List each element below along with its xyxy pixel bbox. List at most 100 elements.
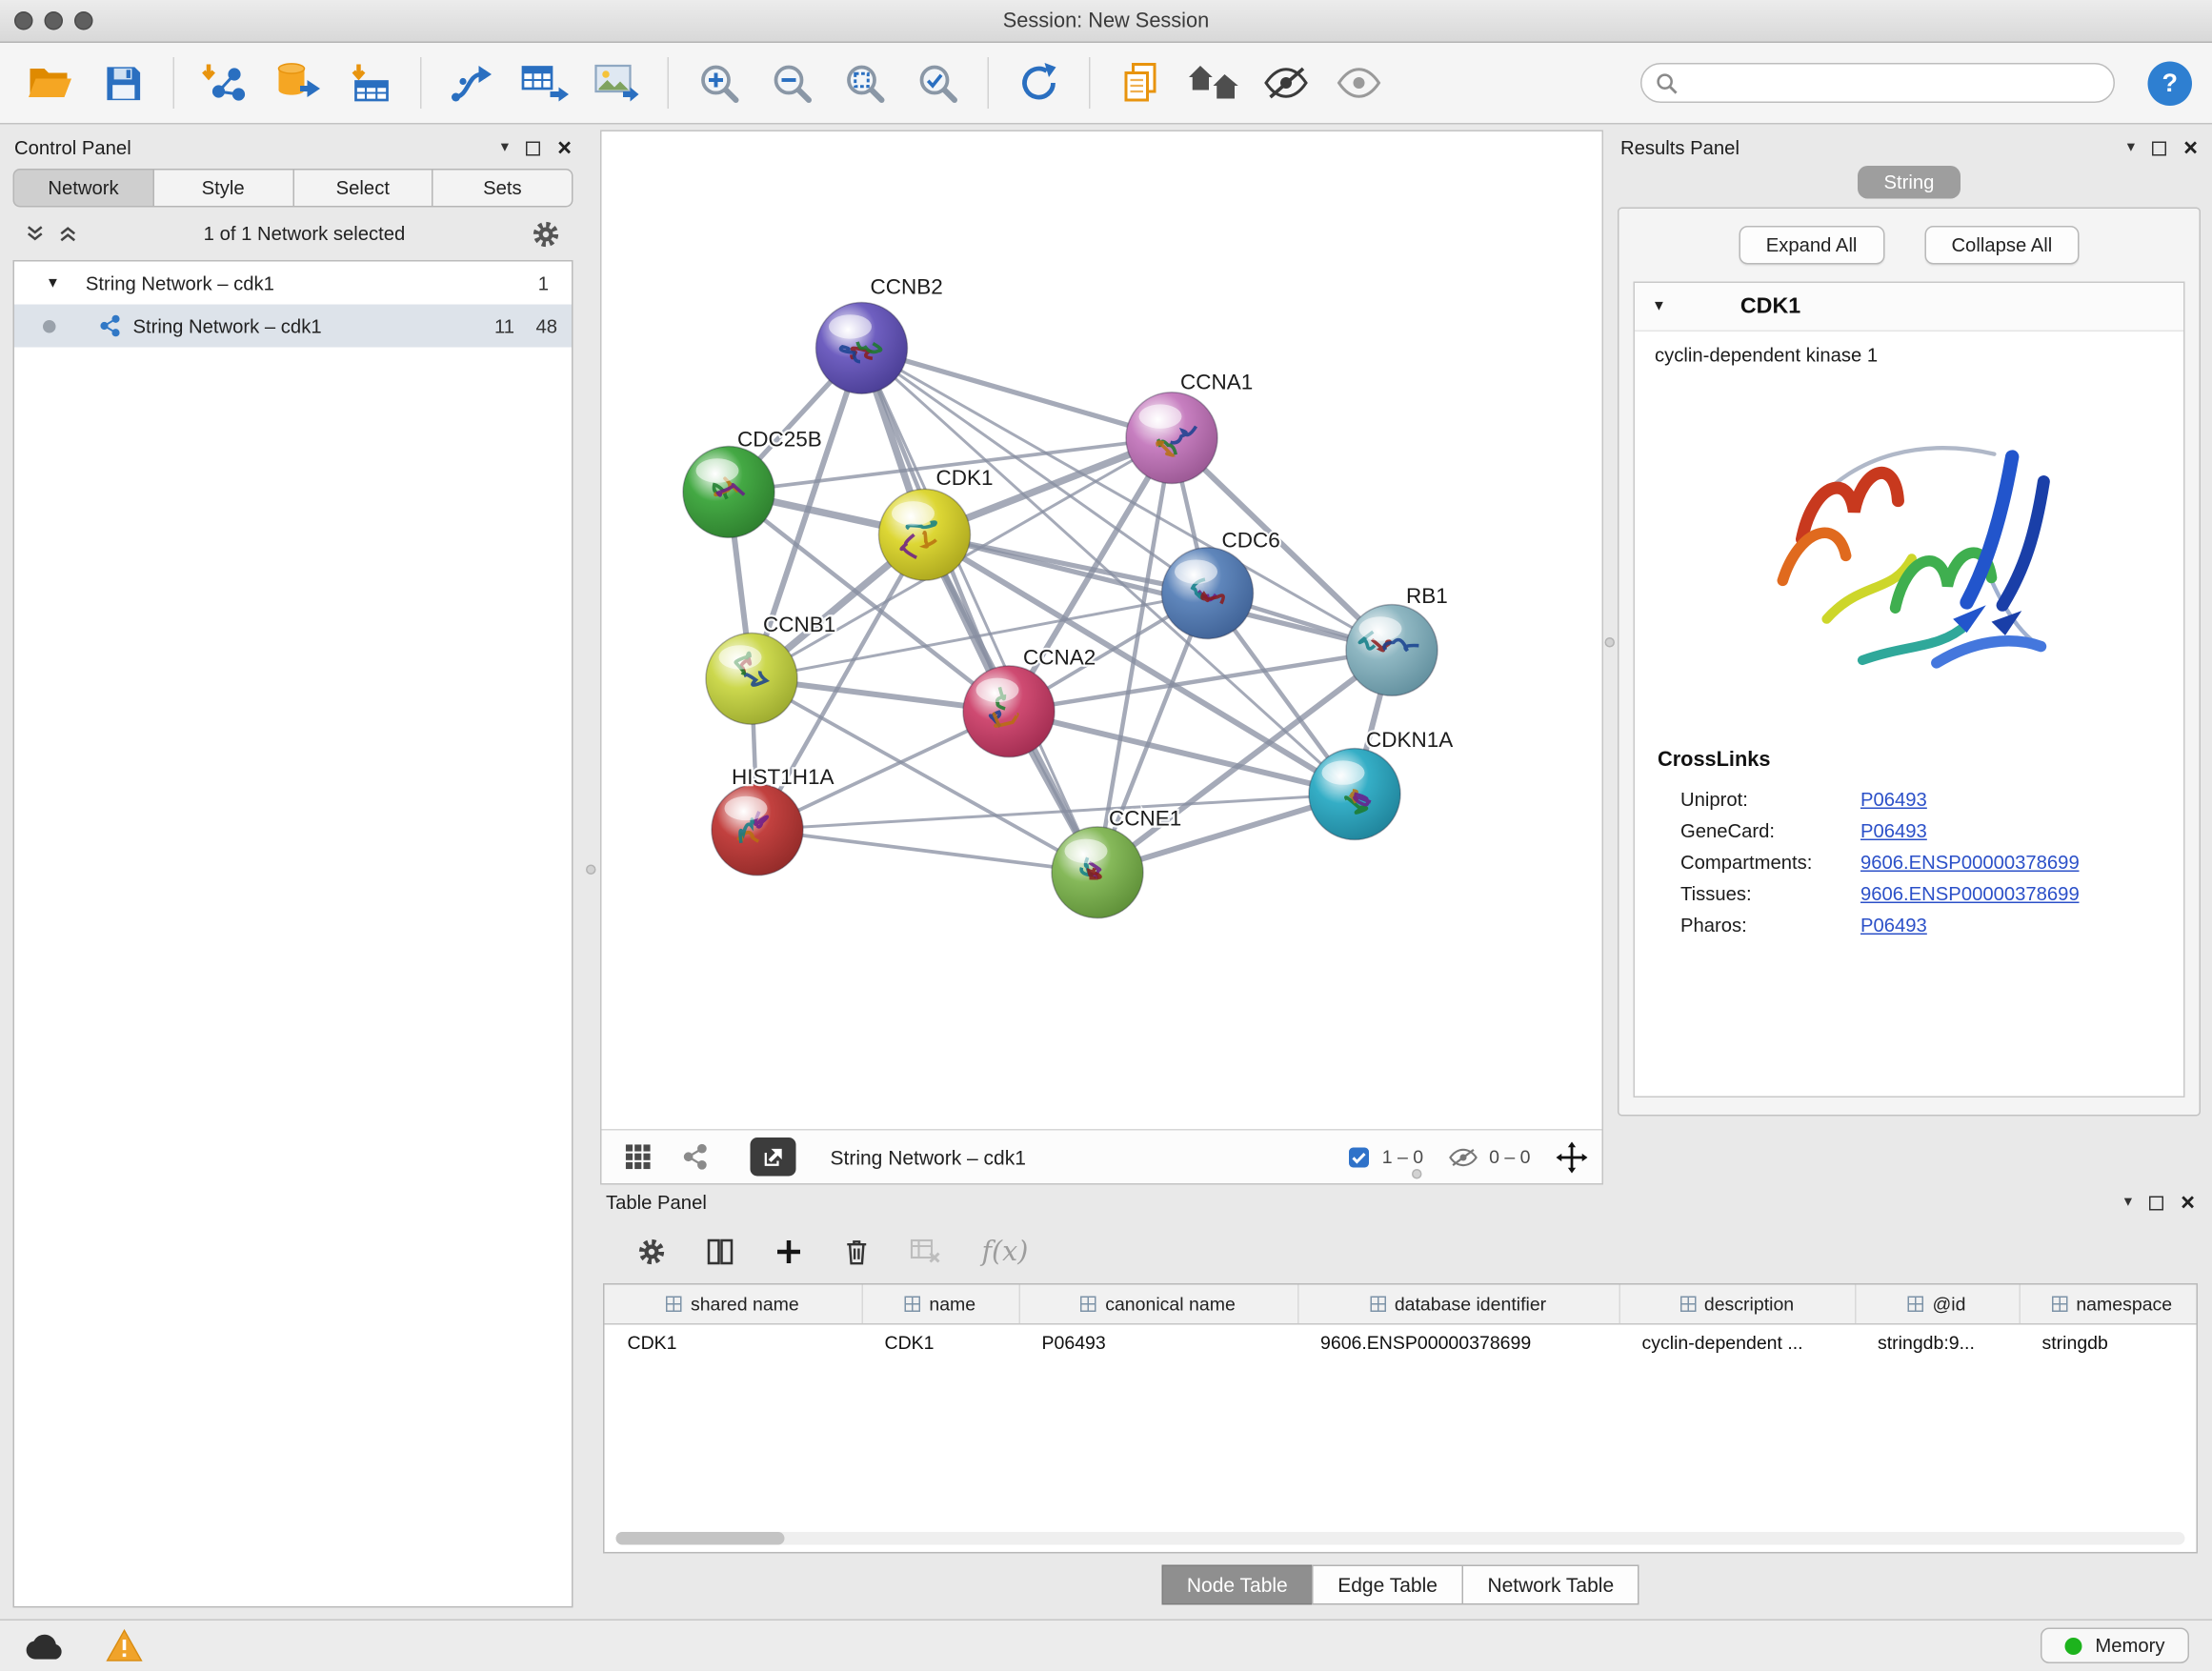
zoom-out-button[interactable] xyxy=(762,51,822,114)
collection-expand-caret[interactable]: ▼ xyxy=(46,275,60,292)
compartments-link[interactable]: 9606.ENSP00000378699 xyxy=(1860,851,2080,873)
cybrowser-button[interactable] xyxy=(1183,51,1243,114)
cloud-status-icon[interactable] xyxy=(23,1632,66,1661)
splitter-handle[interactable] xyxy=(586,865,596,876)
zoom-selected-button[interactable] xyxy=(908,51,968,114)
collapse-all-button[interactable]: Collapse All xyxy=(1924,226,2080,265)
splitter-handle[interactable] xyxy=(1605,637,1616,648)
cell-namespace[interactable]: stringdb xyxy=(2020,1324,2199,1360)
import-network-from-file-button[interactable] xyxy=(194,51,254,114)
help-button[interactable]: ? xyxy=(2148,61,2193,106)
warning-icon[interactable] xyxy=(106,1629,143,1662)
float-panel-icon[interactable]: ▾ xyxy=(2124,1195,2132,1211)
network-canvas[interactable]: CCNB2CCNA1CDC25BCDK1CDC6RB1CCNB1CCNA2CDK… xyxy=(602,131,1602,1129)
pharos-link[interactable]: P06493 xyxy=(1860,914,1927,936)
column-header[interactable]: canonical name xyxy=(1019,1285,1298,1324)
tab-sets[interactable]: Sets xyxy=(432,169,573,208)
open-in-new-window-button[interactable] xyxy=(751,1137,796,1177)
uniprot-link[interactable]: P06493 xyxy=(1860,788,1927,810)
function-builder-button[interactable]: f(x) xyxy=(982,1237,1029,1268)
search-input[interactable] xyxy=(1688,72,2100,94)
column-header[interactable]: database identifier xyxy=(1297,1285,1619,1324)
node-CCNB2[interactable]: CCNB2 xyxy=(816,275,943,394)
zoom-fit-button[interactable] xyxy=(835,51,895,114)
cell-id[interactable]: stringdb:9... xyxy=(1855,1324,2020,1360)
memory-button[interactable]: Memory xyxy=(2041,1628,2189,1664)
horizontal-scrollbar[interactable] xyxy=(616,1532,2185,1545)
float-panel-icon[interactable]: ▾ xyxy=(2127,140,2135,156)
splitter-handle[interactable] xyxy=(1412,1169,1422,1179)
genecard-link[interactable]: P06493 xyxy=(1860,819,1927,841)
node-CDC6[interactable]: CDC6 xyxy=(1162,529,1280,639)
edge-CCNB2-CCNA1[interactable] xyxy=(862,348,1173,437)
scrollbar-thumb[interactable] xyxy=(616,1532,785,1545)
node-HIST1H1A[interactable]: HIST1H1A xyxy=(712,765,834,876)
collapse-all-icon[interactable] xyxy=(26,225,45,244)
zoom-window-button[interactable] xyxy=(74,11,93,30)
node-CCNB1[interactable]: CCNB1 xyxy=(706,613,835,724)
network-collection-row[interactable]: ▼ String Network – cdk1 1 xyxy=(14,262,572,305)
cell-shared-name[interactable]: CDK1 xyxy=(605,1324,862,1360)
edge-CCNB2-CCNE1[interactable] xyxy=(862,348,1098,872)
close-panel-icon[interactable]: × xyxy=(2181,1191,2195,1216)
expand-all-button[interactable]: Expand All xyxy=(1739,226,1884,265)
maximize-panel-icon[interactable] xyxy=(526,141,540,155)
zoom-in-button[interactable] xyxy=(689,51,749,114)
pan-crosshair-icon[interactable] xyxy=(1557,1141,1588,1173)
minimize-window-button[interactable] xyxy=(45,11,64,30)
column-header[interactable]: shared name xyxy=(605,1285,862,1324)
save-session-button[interactable] xyxy=(93,51,153,114)
expand-all-icon[interactable] xyxy=(59,225,78,244)
import-network-from-database-button[interactable] xyxy=(268,51,328,114)
new-network-from-selection-button[interactable] xyxy=(442,51,502,114)
tab-network[interactable]: Network xyxy=(13,169,153,208)
maximize-panel-icon[interactable] xyxy=(2152,141,2166,155)
hide-graphics-details-button[interactable] xyxy=(1257,51,1317,114)
cell-canonical-name[interactable]: P06493 xyxy=(1019,1324,1298,1360)
create-column-plus-icon[interactable] xyxy=(774,1238,803,1266)
tab-style[interactable]: Style xyxy=(152,169,292,208)
show-columns-icon[interactable] xyxy=(706,1238,734,1266)
export-image-button[interactable] xyxy=(588,51,648,114)
birdseye-view-button[interactable] xyxy=(616,1137,659,1177)
tab-select[interactable]: Select xyxy=(292,169,432,208)
apply-preferred-layout-button[interactable] xyxy=(1009,51,1069,114)
show-graphics-details-button[interactable] xyxy=(1329,51,1389,114)
close-panel-icon[interactable]: × xyxy=(2183,136,2198,161)
tab-network-table[interactable]: Network Table xyxy=(1461,1565,1639,1605)
maximize-panel-icon[interactable] xyxy=(2149,1196,2163,1210)
close-window-button[interactable] xyxy=(14,11,33,30)
protein-expand-caret[interactable]: ▼ xyxy=(1652,299,1666,315)
table-row[interactable]: CDK1 CDK1 P06493 9606.ENSP00000378699 cy… xyxy=(605,1324,2199,1360)
float-panel-icon[interactable]: ▾ xyxy=(501,140,509,156)
column-header[interactable]: namespace xyxy=(2020,1285,2199,1324)
cell-database-identifier[interactable]: 9606.ENSP00000378699 xyxy=(1297,1324,1619,1360)
network-row[interactable]: String Network – cdk1 11 48 xyxy=(14,305,572,348)
tab-edge-table[interactable]: Edge Table xyxy=(1312,1565,1463,1605)
tab-string-results[interactable]: String xyxy=(1859,166,1961,199)
copy-document-button[interactable] xyxy=(1111,51,1171,114)
node-CDKN1A[interactable]: CDKN1A xyxy=(1309,728,1453,839)
delete-column-trash-icon[interactable] xyxy=(843,1237,871,1267)
column-header[interactable]: description xyxy=(1619,1285,1856,1324)
node-CCNA1[interactable]: CCNA1 xyxy=(1126,371,1253,484)
string-view-button[interactable] xyxy=(674,1137,716,1177)
clone-network-button[interactable] xyxy=(514,51,574,114)
open-session-button[interactable] xyxy=(20,51,80,114)
cell-description[interactable]: cyclin-dependent ... xyxy=(1619,1324,1856,1360)
hidden-eye-icon[interactable] xyxy=(1449,1147,1478,1167)
node-table: shared name name canonical name database… xyxy=(603,1283,2198,1554)
close-panel-icon[interactable]: × xyxy=(557,136,572,161)
tissues-link[interactable]: 9606.ENSP00000378699 xyxy=(1860,882,2080,904)
selected-checkbox-icon[interactable] xyxy=(1348,1145,1371,1168)
tab-node-table[interactable]: Node Table xyxy=(1161,1565,1314,1605)
protein-card-header[interactable]: ▼ CDK1 xyxy=(1635,283,2183,332)
import-table-from-file-button[interactable] xyxy=(340,51,400,114)
cell-name[interactable]: CDK1 xyxy=(862,1324,1019,1360)
column-header[interactable]: name xyxy=(862,1285,1019,1324)
node-RB1[interactable]: RB1 xyxy=(1346,584,1448,695)
column-header[interactable]: @id xyxy=(1855,1285,2020,1324)
edge-CCNE1-HIST1H1A[interactable] xyxy=(757,830,1097,873)
network-options-gear-icon[interactable] xyxy=(532,219,560,248)
table-options-gear-icon[interactable] xyxy=(637,1238,666,1266)
